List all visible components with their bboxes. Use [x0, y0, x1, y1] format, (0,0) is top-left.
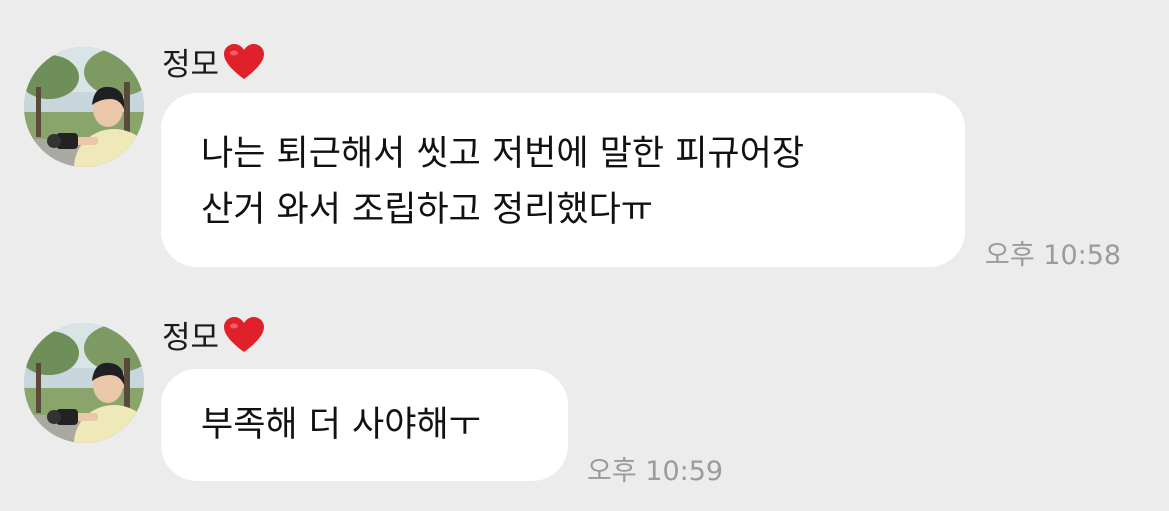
sender-name-text: 정모 [162, 319, 220, 356]
message-bubble[interactable]: 나는 퇴근해서 씻고 저번에 말한 피규어장 산거 와서 조립하고 정리했다ㅠ [161, 93, 965, 267]
message-text-line: 부족해 더 사야해ㅜ [201, 405, 481, 445]
message-text-line: 산거 와서 조립하고 정리했다ㅠ [201, 190, 653, 230]
message-bubble[interactable]: 부족해 더 사야해ㅜ [161, 369, 568, 481]
sender-name: 정모 [162, 43, 265, 87]
sender-avatar[interactable] [24, 323, 144, 443]
avatar-photo-icon [24, 323, 144, 443]
sender-avatar[interactable] [24, 47, 144, 167]
red-heart-icon [223, 316, 265, 360]
red-heart-icon [223, 43, 265, 87]
message-timestamp: 오후 10:59 [587, 456, 724, 487]
sender-name: 정모 [162, 316, 265, 360]
sender-name-text: 정모 [162, 46, 220, 83]
avatar-photo-icon [24, 47, 144, 167]
message-text-line: 나는 퇴근해서 씻고 저번에 말한 피규어장 [201, 134, 805, 174]
message-timestamp: 오후 10:58 [985, 240, 1122, 271]
